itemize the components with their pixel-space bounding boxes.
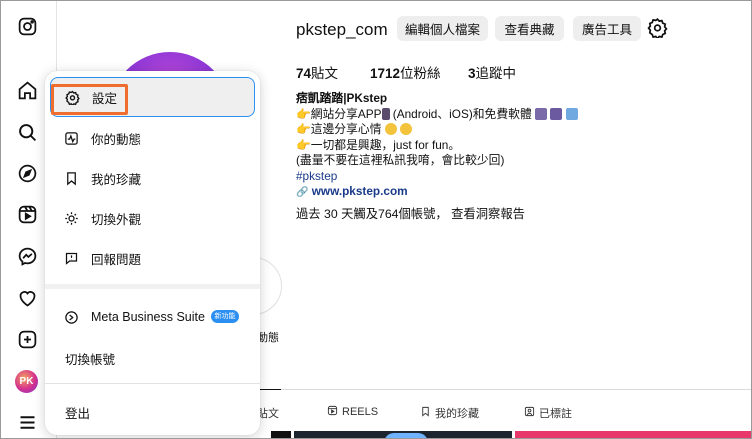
menu-item-your-activity-label: 你的動態 — [91, 132, 142, 147]
tab-reels-label: REELS — [342, 406, 379, 418]
search-icon[interactable] — [16, 121, 38, 143]
posts-stat: 74貼文 — [296, 62, 338, 82]
more-menu-dropdown: 設定 你的動態 我的珍藏 切換外觀 回報問題 Meta Business Sui… — [45, 71, 260, 435]
highlight-annotation-box — [51, 84, 128, 115]
menu-divider — [45, 383, 260, 384]
post-thumbnail-graphic — [384, 433, 428, 438]
reels-icon — [327, 405, 338, 419]
settings-gear-icon[interactable] — [647, 17, 668, 40]
menu-item-meta-business-suite-label: Meta Business Suite — [91, 310, 205, 324]
profile-avatar-icon[interactable]: PK — [15, 370, 38, 393]
following-stat[interactable]: 3追蹤中 — [468, 62, 516, 82]
story-highlight-label: 動態 — [257, 332, 279, 344]
menu-item-switch-account[interactable]: 切換帳號 — [65, 349, 115, 368]
bio-line-2: 👉這邊分享心情 — [296, 122, 626, 138]
link-icon: 🔗 — [296, 187, 309, 198]
edit-profile-button[interactable]: 編輯個人檔案 — [397, 16, 488, 41]
messenger-icon[interactable] — [16, 245, 38, 267]
hamburger-menu-icon[interactable] — [16, 411, 38, 433]
bio-name: 痞凱踏踏|PKstep — [296, 91, 388, 105]
avatar-initials: PK — [19, 376, 34, 387]
pointing-hand-icon: 👉 — [296, 137, 311, 152]
bookmark-icon — [62, 169, 80, 187]
meta-business-icon — [62, 308, 80, 326]
followers-label: 位粉絲 — [400, 66, 441, 81]
pointing-hand-icon: 👉 — [296, 122, 311, 136]
tab-tagged[interactable]: 已標註 — [524, 405, 572, 421]
gamepad-icon — [550, 107, 563, 120]
bio-line-3: 👉一切都是興趣，just for fun。 — [296, 138, 626, 154]
create-post-icon[interactable] — [16, 328, 38, 350]
posts-label: 貼文 — [311, 66, 339, 81]
heart-icon[interactable] — [16, 287, 38, 309]
tab-saved-label: 我的珍藏 — [435, 408, 479, 420]
followers-stat[interactable]: 1712位粉絲 — [370, 62, 441, 82]
smile-emoji-icon — [384, 123, 397, 135]
profile-bio: 痞凱踏踏|PKstep 👉網站分享APP (Android、iOS)和免費軟體 … — [296, 91, 626, 201]
view-insights-link[interactable]: 查看洞察報告 — [451, 207, 525, 221]
following-label: 追蹤中 — [475, 66, 517, 81]
menu-divider — [45, 284, 260, 289]
menu-item-switch-appearance[interactable]: 切換外觀 — [50, 198, 255, 238]
home-icon[interactable] — [16, 79, 38, 101]
reach-summary: 過去 30 天觸及764個帳號， 查看洞察報告 — [296, 204, 525, 222]
tab-reels[interactable]: REELS — [327, 405, 378, 419]
bio-link[interactable]: www.pkstep.com — [312, 184, 408, 198]
app-window: PK pkstep_com 編輯個人檔案 查看典藏 廣告工具 74貼文 1712… — [0, 0, 752, 439]
bio-line-1b-text: (Android、iOS)和免費軟體 — [392, 106, 532, 121]
tag-icon — [524, 406, 535, 420]
menu-item-report-problem[interactable]: 回報問題 — [50, 238, 255, 278]
pointing-hand-icon: 👉 — [296, 106, 311, 121]
tab-saved[interactable]: 我的珍藏 — [420, 405, 479, 421]
menu-item-logout[interactable]: 登出 — [65, 403, 90, 422]
bio-line-4: (盡量不要在這裡私訊我唷，會比較少回) — [296, 153, 505, 167]
tabs-divider — [241, 389, 751, 390]
followers-count: 1712 — [370, 66, 401, 81]
bio-link-row[interactable]: 🔗 www.pkstep.com — [296, 184, 626, 201]
bio-line-2-text: 這邊分享心情 — [310, 122, 382, 136]
computer-icon — [565, 107, 578, 120]
reels-icon[interactable] — [16, 203, 38, 225]
reach-text: 過去 30 天觸及764個帳號， — [296, 207, 448, 221]
sun-icon — [62, 209, 80, 227]
bio-line-1: 👉網站分享APP (Android、iOS)和免費軟體 — [296, 107, 626, 123]
menu-item-your-activity[interactable]: 你的動態 — [50, 118, 255, 158]
tab-posts[interactable]: 貼文 — [257, 405, 279, 421]
menu-item-saved-label: 我的珍藏 — [91, 172, 142, 187]
bio-hashtag[interactable]: #pkstep — [296, 169, 626, 185]
activity-icon — [62, 129, 80, 147]
new-feature-badge: 新功能 — [211, 310, 239, 323]
bookmark-icon — [420, 406, 431, 420]
menu-item-saved[interactable]: 我的珍藏 — [50, 158, 255, 198]
tab-tagged-label: 已標註 — [539, 408, 572, 420]
post-thumbnail[interactable] — [515, 431, 751, 438]
post-thumbnail[interactable] — [271, 431, 291, 438]
robot-icon — [535, 107, 548, 120]
explore-icon[interactable] — [16, 162, 38, 184]
menu-item-report-problem-label: 回報問題 — [91, 252, 142, 267]
instagram-logo-icon[interactable] — [16, 15, 38, 37]
bio-line-1-text: 網站分享APP — [310, 106, 382, 121]
phone-icon — [381, 107, 390, 120]
profile-username: pkstep_com — [296, 20, 388, 39]
bio-line-3-text: 一切都是興趣，just for fun。 — [310, 137, 461, 152]
following-count: 3 — [468, 66, 476, 81]
menu-item-switch-appearance-label: 切換外觀 — [91, 212, 142, 227]
ad-tools-button[interactable]: 廣告工具 — [573, 16, 641, 41]
report-icon — [62, 249, 80, 267]
posts-count: 74 — [296, 66, 312, 81]
blush-emoji-icon — [400, 123, 413, 135]
tab-posts-label: 貼文 — [257, 408, 279, 420]
view-archive-button[interactable]: 查看典藏 — [495, 16, 564, 41]
